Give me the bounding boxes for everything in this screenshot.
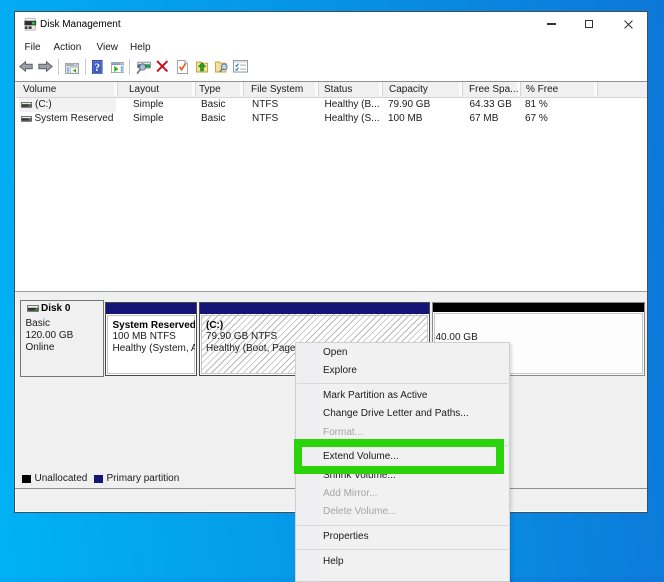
- svg-text:?: ?: [94, 62, 100, 74]
